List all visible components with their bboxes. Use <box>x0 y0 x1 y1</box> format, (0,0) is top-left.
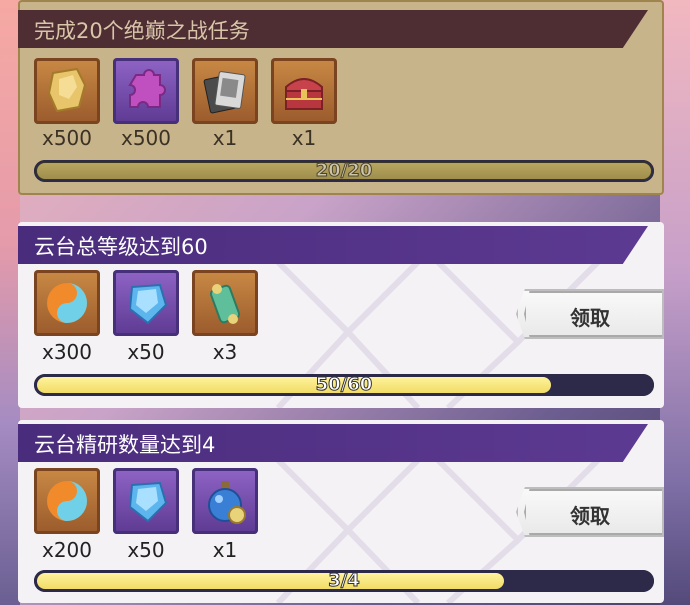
claim-label: 领取 <box>570 306 610 330</box>
purple-puzzle-icon <box>128 69 166 108</box>
reward-quantity: x1 <box>212 126 238 150</box>
task-header: 云台总等级达到60 <box>18 226 648 264</box>
gold-crystal-icon <box>47 67 87 113</box>
reward-quantity: x500 <box>41 126 92 150</box>
progress-text: 20/20 <box>315 160 373 182</box>
reward-slot[interactable] <box>271 58 337 124</box>
reward-slot[interactable] <box>192 58 258 124</box>
reward-slot[interactable] <box>192 270 258 336</box>
task-title: 云台精研数量达到4 <box>34 433 216 457</box>
blue-crystal-icon <box>128 283 168 325</box>
reward-slot[interactable] <box>34 468 100 534</box>
reward-quantity: x50 <box>127 340 165 364</box>
treasure-chest-icon <box>285 78 323 110</box>
reward-quantity: x300 <box>41 340 92 364</box>
reward-slot[interactable] <box>113 58 179 124</box>
reward-slot[interactable] <box>192 468 258 534</box>
background-left <box>0 0 20 605</box>
fire-water-orb-icon <box>47 481 87 521</box>
progress-bar: 3/4 <box>34 570 654 592</box>
reward-quantity: x1 <box>291 126 317 150</box>
task-title: 云台总等级达到60 <box>34 235 208 259</box>
task-title: 完成20个绝巅之战任务 <box>34 19 250 43</box>
card-pack-icon <box>203 71 246 114</box>
progress-text: 3/4 <box>328 570 361 592</box>
task-header: 云台精研数量达到4 <box>18 424 648 462</box>
task-header: 完成20个绝巅之战任务 <box>18 10 648 48</box>
reward-slot[interactable] <box>34 270 100 336</box>
reward-quantity: x200 <box>41 538 92 562</box>
reward-quantity: x1 <box>212 538 238 562</box>
jade-scroll-icon <box>209 284 241 324</box>
reward-quantity: x3 <box>212 340 238 364</box>
reward-quantity: x500 <box>120 126 171 150</box>
claim-label: 领取 <box>570 504 610 528</box>
reward-quantity: x50 <box>127 538 165 562</box>
background-right <box>660 0 690 605</box>
reward-slot[interactable] <box>34 58 100 124</box>
task-card-completed: 完成20个绝巅之战任务 x500 x500 x1 x1 20/20 <box>18 0 664 195</box>
blue-crystal-icon <box>128 481 168 523</box>
reward-slot[interactable] <box>113 468 179 534</box>
claim-button[interactable]: 领取 <box>516 487 664 537</box>
progress-text: 50/60 <box>315 374 373 396</box>
task-card: 云台总等级达到60 x300 x50 x3 领取 50/60 <box>18 222 664 408</box>
potion-flask-icon <box>208 481 246 524</box>
progress-bar: 50/60 <box>34 374 654 396</box>
task-card: 云台精研数量达到4 x200 x50 x1 领取 3/4 <box>18 420 664 603</box>
progress-bar: 20/20 <box>34 160 654 182</box>
claim-button[interactable]: 领取 <box>516 289 664 339</box>
reward-slot[interactable] <box>113 270 179 336</box>
fire-water-orb-icon <box>47 283 87 323</box>
